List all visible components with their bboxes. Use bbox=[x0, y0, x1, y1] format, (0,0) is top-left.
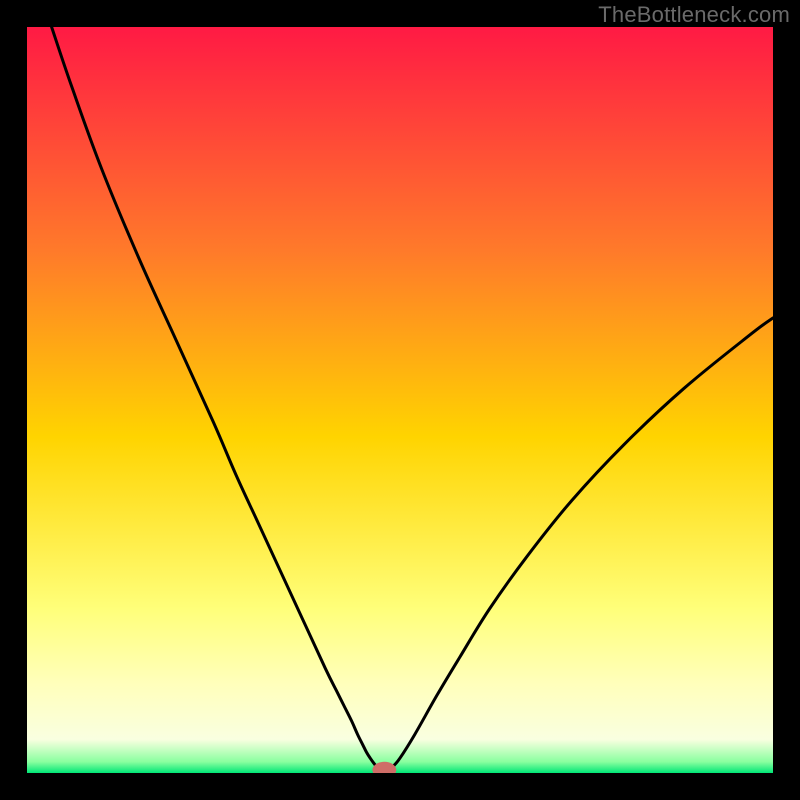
bottleneck-chart bbox=[27, 27, 773, 773]
chart-frame: TheBottleneck.com bbox=[0, 0, 800, 800]
watermark-text: TheBottleneck.com bbox=[598, 2, 790, 28]
gradient-background bbox=[27, 27, 773, 773]
plot-area bbox=[27, 27, 773, 773]
